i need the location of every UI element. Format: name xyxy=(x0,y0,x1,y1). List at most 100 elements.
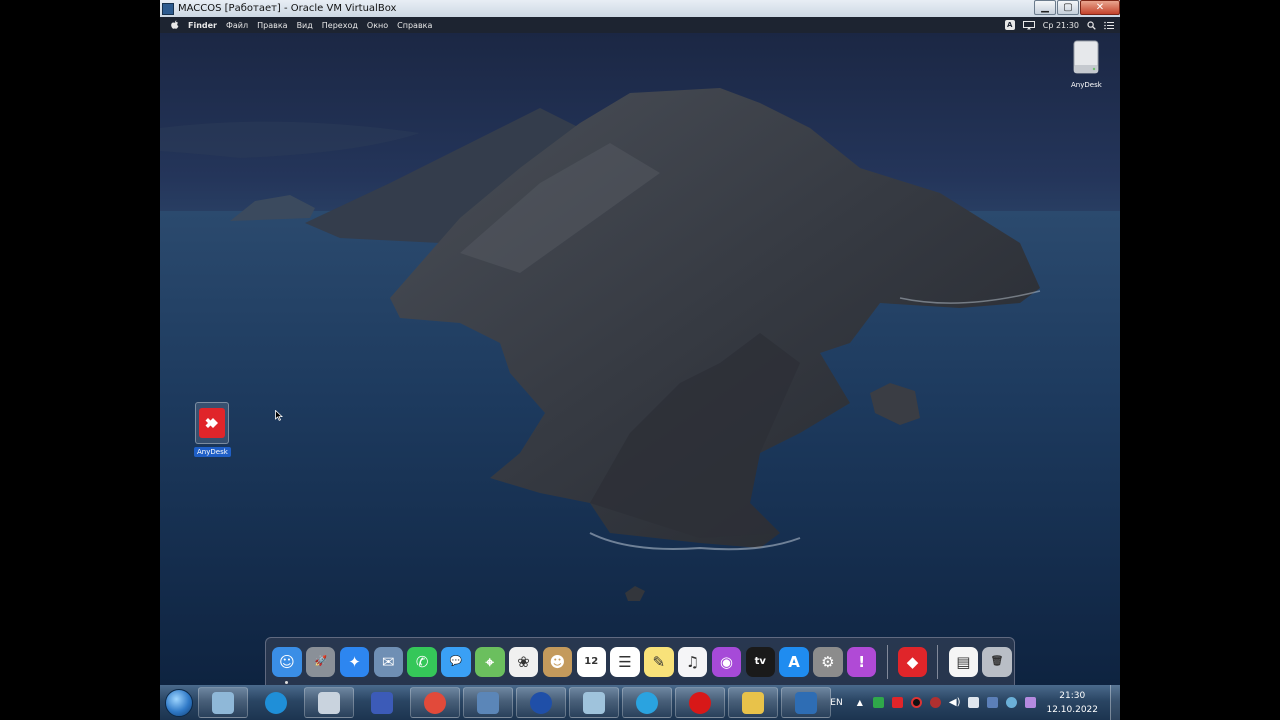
desktop-drive[interactable]: AnyDesk xyxy=(1068,39,1105,90)
record-icon xyxy=(689,691,711,714)
menu-help[interactable]: Справка xyxy=(397,21,432,30)
tray-globe-icon[interactable] xyxy=(1006,697,1018,708)
minimize-button[interactable]: ▁ xyxy=(1034,0,1056,15)
tray-green-icon[interactable] xyxy=(872,697,884,708)
close-button[interactable]: ✕ xyxy=(1080,0,1120,15)
taskbar-app-7[interactable] xyxy=(463,687,513,718)
notification-center-icon[interactable] xyxy=(1104,21,1114,30)
clock-time: 21:30 xyxy=(1059,690,1086,701)
network-icon[interactable] xyxy=(968,697,980,708)
dock-app-store[interactable]: A xyxy=(779,646,809,677)
screen: MACCOS [Работает] - Oracle VM VirtualBox… xyxy=(0,0,1280,720)
globe-icon xyxy=(530,691,552,714)
dock-maps[interactable]: ⌖ xyxy=(475,646,505,677)
desktop[interactable]: AnyDesk AnyDesk ☺ 🚀 ✦ ✉ ✆ 💬 ⌖ ❀ ☻ 12 ☰ ✎ ♫ ◉ tv A ⚙! ◆ ▤ 🗑 xyxy=(160,33,1120,685)
calculator-icon xyxy=(318,691,340,714)
taskbar-edge[interactable] xyxy=(251,687,301,718)
dock-photos[interactable]: ❀ xyxy=(508,646,539,677)
apple-icon[interactable] xyxy=(170,20,180,30)
volume-icon[interactable]: ◀) xyxy=(949,697,961,708)
anydesk-icon: ◆ xyxy=(906,652,919,671)
virtualbox-window-icon[interactable] xyxy=(162,2,174,15)
edge-icon xyxy=(265,691,287,714)
dock-finder[interactable]: ☺ xyxy=(272,646,302,684)
chrome-icon xyxy=(424,691,446,714)
windows-logo-icon xyxy=(165,688,193,717)
dock-separator xyxy=(886,644,888,679)
anydesk-label: AnyDesk xyxy=(194,447,231,457)
taskbar-clock[interactable]: 21:30 12.10.2022 xyxy=(1046,689,1098,717)
music-note-icon: ♫ xyxy=(685,652,700,671)
app-7-icon xyxy=(477,691,499,714)
tray-record-icon[interactable] xyxy=(910,697,922,708)
keyboard-layout-badge[interactable]: A xyxy=(1004,20,1015,30)
dock-messages[interactable]: 💬 xyxy=(441,646,471,677)
dock-anydesk[interactable]: ◆ xyxy=(897,646,928,677)
taskbar-network-app[interactable] xyxy=(516,687,566,718)
menu-edit[interactable]: Правка xyxy=(257,21,287,30)
menu-finder[interactable]: Finder xyxy=(188,21,217,30)
taskbar-window-switcher[interactable] xyxy=(198,687,248,718)
taskbar-recorder[interactable] xyxy=(675,687,725,718)
drive-label: AnyDesk xyxy=(1071,81,1102,89)
dock-facetime[interactable]: ✆ xyxy=(407,646,437,677)
calendar-icon: 12 xyxy=(584,656,599,667)
menu-window[interactable]: Окно xyxy=(367,21,388,30)
flower-icon: ❀ xyxy=(517,652,530,671)
dock-tv[interactable]: tv xyxy=(745,646,775,677)
taskbar-calculator[interactable] xyxy=(304,687,354,718)
compass-icon: ✦ xyxy=(348,652,361,671)
dock-trash[interactable]: 🗑 xyxy=(982,646,1012,677)
windows-taskbar: EN ▲ ◀) 21:30 12.10.2022 xyxy=(160,685,1120,720)
mac-menubar: Finder Файл Правка Вид Переход Окно Спра… xyxy=(160,17,1120,33)
tray-monitor-icon[interactable] xyxy=(987,697,999,708)
search-icon[interactable] xyxy=(1087,20,1096,30)
dock-launchpad[interactable]: 🚀 xyxy=(306,646,336,677)
language-indicator[interactable]: EN xyxy=(830,698,842,708)
trash-icon: 🗑 xyxy=(990,656,1004,667)
airplay-icon[interactable] xyxy=(1022,20,1035,30)
mouse-cursor-icon xyxy=(275,410,283,421)
folder-icon xyxy=(742,691,764,714)
floppy-disk-icon xyxy=(371,691,393,714)
dock-podcasts[interactable]: ◉ xyxy=(711,646,742,677)
restore-button[interactable]: ▢ xyxy=(1057,0,1079,15)
menubar-clock[interactable]: Ср 21:30 xyxy=(1043,21,1079,30)
dock-reminders[interactable]: ☰ xyxy=(610,646,640,677)
tray-anydesk-icon[interactable] xyxy=(891,697,903,708)
taskbar-window-app[interactable] xyxy=(569,687,619,718)
dock-music[interactable]: ♫ xyxy=(677,646,708,677)
start-button[interactable] xyxy=(160,685,198,720)
tray-pen-icon[interactable] xyxy=(1025,697,1037,708)
taskbar-explorer[interactable] xyxy=(728,687,778,718)
dock-downloads[interactable]: ▤ xyxy=(948,646,979,677)
menu-go[interactable]: Переход xyxy=(322,21,358,30)
system-tray: EN ▲ ◀) 21:30 12.10.2022 xyxy=(830,685,1120,720)
taskbar-floppy-app[interactable] xyxy=(357,687,407,718)
dock-notes[interactable]: ✎ xyxy=(644,646,674,677)
gear-icon: ⚙ xyxy=(821,652,835,671)
taskbar-chrome[interactable] xyxy=(410,687,460,718)
dock: ☺ 🚀 ✦ ✉ ✆ 💬 ⌖ ❀ ☻ 12 ☰ ✎ ♫ ◉ tv A ⚙! ◆ ▤ 🗑 xyxy=(265,637,1015,685)
dock-separator xyxy=(937,644,939,679)
tray-antivirus-icon[interactable] xyxy=(929,697,941,708)
menu-file[interactable]: Файл xyxy=(226,21,248,30)
anydesk-icon xyxy=(199,408,226,438)
dock-contacts[interactable]: ☻ xyxy=(542,646,573,677)
dock-calendar[interactable]: 12 xyxy=(576,646,606,677)
show-desktop-button[interactable] xyxy=(1110,685,1120,720)
virtualbox-titlebar[interactable]: MACCOS [Работает] - Oracle VM VirtualBox… xyxy=(160,0,1120,17)
window-title: MACCOS [Работает] - Oracle VM VirtualBox xyxy=(178,3,397,14)
menu-view[interactable]: Вид xyxy=(297,21,313,30)
taskbar-buttons xyxy=(198,687,834,718)
feedback-icon: ! xyxy=(858,652,866,671)
tray-expand-icon[interactable]: ▲ xyxy=(857,698,863,707)
dock-system-preferences[interactable]: ⚙ xyxy=(813,646,843,677)
dock-mail[interactable]: ✉ xyxy=(373,646,404,677)
dock-safari[interactable]: ✦ xyxy=(339,646,370,677)
desktop-anydesk[interactable]: AnyDesk xyxy=(194,402,231,457)
podcast-icon: ◉ xyxy=(719,652,734,671)
dock-feedback[interactable]: ! xyxy=(847,646,877,677)
taskbar-telegram[interactable] xyxy=(622,687,672,718)
taskbar-virtualbox[interactable] xyxy=(781,687,831,718)
